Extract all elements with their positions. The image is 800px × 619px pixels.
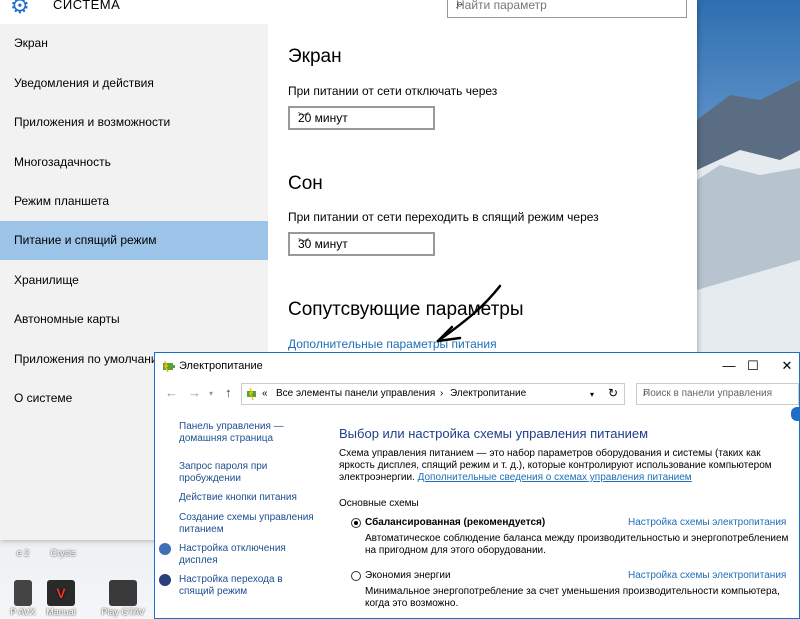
nav-item-screen[interactable]: Экран bbox=[0, 24, 268, 63]
nav-item-notifications[interactable]: Уведомления и действия bbox=[0, 64, 268, 103]
chevron-down-icon: ﹀ bbox=[298, 238, 309, 250]
sleep-heading: Сон bbox=[288, 173, 323, 194]
breadcrumb-all-items[interactable]: Все элементы панели управления bbox=[276, 388, 435, 399]
scheme-balanced-name[interactable]: Сбалансированная (рекомендуется) bbox=[365, 517, 545, 528]
scheme-saver-name[interactable]: Экономия энергии bbox=[365, 570, 451, 581]
screen-heading: Экран bbox=[288, 46, 342, 67]
desktop-icon-manual[interactable]: V Manual bbox=[38, 580, 84, 617]
display-icon bbox=[159, 543, 171, 555]
refresh-icon[interactable]: ↻ bbox=[608, 386, 618, 400]
nav-label: Экран bbox=[14, 36, 48, 50]
scheme-saver-radio[interactable] bbox=[351, 571, 361, 581]
desktop-icon-gtav[interactable]: Play GTAV bbox=[100, 580, 146, 617]
maximize-button[interactable]: ☐ bbox=[731, 355, 775, 377]
recent-dropdown-icon[interactable]: ▾ bbox=[209, 389, 213, 398]
desktop-icon-label: Manual bbox=[46, 607, 76, 617]
battery-plug-icon bbox=[163, 360, 175, 373]
link-create-power-plan[interactable]: Создание схемы управления питанием bbox=[179, 512, 319, 536]
scheme-saver-settings-link[interactable]: Настройка схемы электропитания bbox=[628, 570, 786, 581]
link-password-on-wake[interactable]: Запрос пароля при пробуждении bbox=[179, 461, 319, 485]
gtav-manual-icon: V bbox=[47, 580, 75, 606]
nav-label: Приложения по умолчанию bbox=[14, 352, 167, 366]
desktop-icon-label: Crysis bbox=[50, 548, 76, 558]
forward-arrow-icon[interactable]: → bbox=[188, 385, 201, 400]
power-plans-info-link[interactable]: Дополнительные сведения о схемах управле… bbox=[418, 472, 692, 483]
search-icon[interactable]: ⌕ bbox=[456, 0, 472, 12]
settings-title: СИСТЕМА bbox=[53, 0, 121, 12]
group-label: Основные схемы bbox=[339, 498, 419, 509]
nav-label: Режим планшета bbox=[14, 194, 110, 208]
sleep-select[interactable]: 30 минут ﹀ bbox=[288, 232, 435, 256]
nav-label: Уведомления и действия bbox=[14, 76, 154, 90]
address-bar: ← → ▾ ↑ « Все элементы панели управления… bbox=[155, 380, 799, 410]
gtav-play-icon bbox=[109, 580, 137, 606]
nav-item-storage[interactable]: Хранилище bbox=[0, 261, 268, 300]
back-arrow-icon[interactable]: ← bbox=[165, 385, 178, 400]
drawn-arrow bbox=[436, 284, 502, 343]
power-heading: Выбор или настройка схемы управления пит… bbox=[339, 426, 649, 441]
nav-label: Питание и спящий режим bbox=[14, 233, 157, 247]
control-panel-icon bbox=[247, 387, 256, 401]
search-icon[interactable]: ⌕ bbox=[643, 387, 794, 400]
scheme-saver-desc: Минимальное энергопотребление за счет ум… bbox=[365, 586, 780, 609]
breadcrumb-separator: › bbox=[440, 388, 444, 399]
scheme-balanced-settings-link[interactable]: Настройка схемы электропитания bbox=[628, 517, 786, 528]
link-control-panel-home[interactable]: Панель управления — домашняя страница bbox=[179, 421, 319, 445]
breadcrumb-power[interactable]: Электропитание bbox=[450, 388, 526, 399]
gear-icon: ⚙ bbox=[10, 0, 30, 18]
nav-item-power-sleep[interactable]: Питание и спящий режим bbox=[0, 221, 268, 260]
nav-label: Хранилище bbox=[14, 273, 79, 287]
nav-item-multitasking[interactable]: Многозадачность bbox=[0, 143, 268, 182]
control-panel-search-input[interactable]: Поиск в панели управления ⌕ bbox=[636, 383, 799, 405]
nav-label: О системе bbox=[14, 391, 73, 405]
link-sleep-settings[interactable]: Настройка перехода в спящий режим bbox=[179, 574, 319, 598]
breadcrumb-root[interactable]: « bbox=[262, 388, 268, 399]
nav-item-offline-maps[interactable]: Автономные карты bbox=[0, 300, 268, 339]
address-dropdown-icon[interactable]: ▾ bbox=[590, 390, 594, 399]
close-button[interactable]: ✕ bbox=[775, 355, 799, 377]
moon-icon bbox=[159, 574, 171, 586]
up-arrow-icon[interactable]: ↑ bbox=[225, 385, 232, 400]
settings-header: ⚙ СИСТЕМА Найти параметр ⌕ bbox=[0, 0, 697, 20]
screen-off-select[interactable]: 20 минут ﹀ bbox=[288, 106, 435, 130]
screen-off-label: При питании от сети отключать через bbox=[288, 84, 498, 98]
desktop-icon-label: e 2 bbox=[16, 548, 30, 558]
link-display-off[interactable]: Настройка отключения дисплея bbox=[179, 543, 319, 567]
scheme-balanced-desc: Автоматическое соблюдение баланса между … bbox=[365, 533, 789, 556]
power-title: Электропитание bbox=[179, 360, 263, 372]
help-button[interactable] bbox=[791, 407, 799, 421]
link-power-button-action[interactable]: Действие кнопки питания bbox=[179, 492, 319, 504]
nav-item-apps[interactable]: Приложения и возможности bbox=[0, 103, 268, 142]
power-description: Схема управления питанием — это набор па… bbox=[339, 448, 789, 484]
power-titlebar: Электропитание — ☐ ✕ bbox=[155, 353, 799, 380]
power-options-window: Электропитание — ☐ ✕ ← → ▾ ↑ « Все элеме… bbox=[154, 352, 800, 619]
address-field[interactable]: « Все элементы панели управления › Элект… bbox=[241, 383, 625, 405]
nav-label: Приложения и возможности bbox=[14, 115, 171, 129]
nav-item-tablet-mode[interactable]: Режим планшета bbox=[0, 182, 268, 221]
nav-label: Автономные карты bbox=[14, 312, 120, 326]
desktop-icon-crysis[interactable]: Crysis bbox=[40, 548, 86, 558]
chevron-down-icon: ﹀ bbox=[298, 112, 309, 124]
settings-search-input[interactable]: Найти параметр ⌕ bbox=[447, 0, 687, 18]
app-icon bbox=[14, 580, 32, 606]
desktop-icon-label: P AVX bbox=[10, 607, 36, 617]
desktop-icon-label: Play GTAV bbox=[101, 607, 145, 617]
scheme-balanced-radio[interactable] bbox=[351, 518, 361, 528]
sleep-label: При питании от сети переходить в спящий … bbox=[288, 210, 599, 224]
nav-label: Многозадачность bbox=[14, 155, 111, 169]
